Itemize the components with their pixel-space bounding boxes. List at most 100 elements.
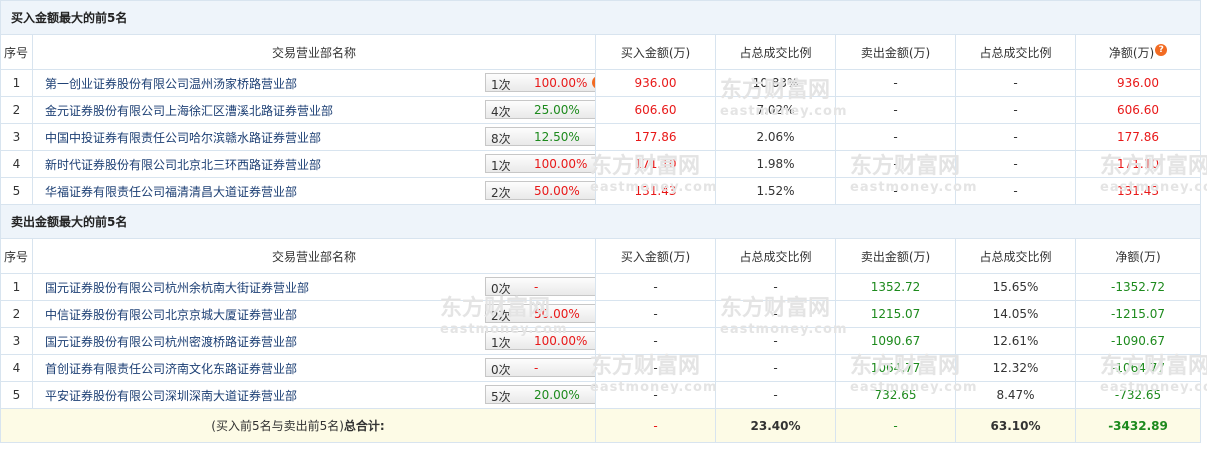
history-count-button[interactable]: 1次 100.00%: [485, 331, 595, 350]
total-sell: -: [835, 408, 956, 443]
buy-amount: 131.43: [595, 177, 716, 205]
sell-ratio: 12.61%: [955, 327, 1076, 355]
column-header: 序号: [0, 238, 33, 274]
sell-ratio: -: [955, 177, 1076, 205]
header-row: 序号 交易营业部名称 买入金额(万) 占总成交比例 卖出金额(万) 占总成交比例 净额(万): [0, 238, 1202, 274]
buy-ratio: -: [715, 354, 836, 382]
broker-name-cell: 中国中投证券有限责任公司哈尔滨赣水路证券营业部 8次 12.50%: [32, 123, 596, 151]
net-amount: 171.10: [1074, 150, 1202, 178]
table-row: 4 首创证券有限责任公司济南文化东路证券营业部 0次 - - -1064.77 12.32%…: [0, 354, 1202, 382]
column-header-label: 占总成交比例: [739, 45, 812, 60]
column-header-label: 净额(万): [1115, 249, 1161, 264]
sell-amount: -: [835, 150, 956, 178]
total-buy: -: [595, 408, 716, 443]
net-amount: 936.00: [1074, 69, 1202, 97]
history-count-button[interactable]: 0次 -: [485, 358, 595, 377]
history-count: 4次: [491, 105, 511, 119]
table-row: 1第一创业证券股份有限公司温州汤家桥路营业部1次100.00%?936.0010…: [0, 69, 1202, 97]
column-header-label: 交易营业部名称: [271, 249, 356, 264]
sell-amount: -: [835, 177, 956, 205]
buy-ratio: -: [715, 327, 836, 355]
total-label-bold: 总合计:: [343, 419, 385, 433]
column-header: 买入金额(万): [595, 238, 716, 274]
total-buy-ratio: 23.40%: [715, 408, 836, 443]
history-count: 2次: [491, 186, 511, 200]
table-row: 2 金元证券股份有限公司上海徐汇区漕溪北路证券营业部 4次 25.00% 606.60 7…: [0, 96, 1202, 124]
column-header: 交易营业部名称: [32, 34, 596, 70]
buy-amount: 177.86: [595, 123, 716, 151]
column-header-label: 序号: [4, 249, 29, 264]
sell-ratio: -: [955, 96, 1076, 124]
sell-amount: 732.65: [835, 381, 956, 409]
column-header: 卖出金额(万): [835, 34, 956, 70]
net-amount: 177.86: [1074, 123, 1202, 151]
buy-ratio: 1.98%: [715, 150, 836, 178]
buy_section-title-row: 买入金额最大的前5名: [0, 0, 1202, 35]
buy-amount: -: [595, 381, 716, 409]
broker-name-link[interactable]: 华福证券有限责任公司福清清昌大道证券营业部: [45, 185, 297, 199]
broker-name-link[interactable]: 金元证券股份有限公司上海徐汇区漕溪北路证券营业部: [45, 104, 333, 118]
sell-amount: 1215.07: [835, 300, 956, 328]
success-rate: 50.00%: [534, 307, 580, 321]
buy-amount: -: [595, 327, 716, 355]
success-rate: 100.00%: [534, 157, 588, 171]
net-amount: -1064.77: [1074, 354, 1202, 382]
history-count: 1次: [491, 159, 511, 173]
rank-cell: 2: [0, 96, 33, 124]
success-rate: 100.00%: [534, 334, 588, 348]
broker-name-cell: 首创证券有限责任公司济南文化东路证券营业部 0次 -: [32, 354, 596, 382]
success-rate: 50.00%: [534, 184, 580, 198]
broker-name-link[interactable]: 国元证券股份有限公司杭州余杭南大街证券营业部: [45, 281, 309, 295]
broker-name-link[interactable]: 首创证券有限责任公司济南文化东路证券营业部: [45, 362, 297, 376]
history-count-button[interactable]: 8次 12.50%: [485, 127, 595, 146]
help-icon[interactable]: ?: [1155, 43, 1168, 56]
buy-ratio: 1.52%: [715, 177, 836, 205]
buy-ratio: -: [715, 381, 836, 409]
history-count: 1次: [491, 336, 511, 350]
history-count-button[interactable]: 1次 100.00%?: [485, 73, 595, 92]
rank-cell: 4: [0, 354, 33, 382]
rank-cell: 2: [0, 300, 33, 328]
column-header: 占总成交比例: [955, 238, 1076, 274]
sell-ratio: -: [955, 123, 1076, 151]
sell-ratio: 15.65%: [955, 273, 1076, 301]
buy-ratio: 10.83%: [715, 69, 836, 97]
table-row: 4 新时代证券股份有限公司北京北三环西路证券营业部 1次 100.00% 171.10 1…: [0, 150, 1202, 178]
column-header: 交易营业部名称: [32, 238, 596, 274]
column-header-label: 占总成交比例: [979, 249, 1052, 264]
table-row: 5 平安证券股份有限公司深圳深南大道证券营业部 5次 20.00% - -732.65 8.…: [0, 381, 1202, 409]
sell-amount: -: [835, 96, 956, 124]
success-rate: 25.00%: [534, 103, 580, 117]
column-header-label: 占总成交比例: [979, 45, 1052, 60]
total-sell-ratio: 63.10%: [955, 408, 1076, 443]
success-rate: -: [534, 280, 539, 294]
broker-name-cell: 第一创业证券股份有限公司温州汤家桥路营业部 1次 100.00%?: [32, 69, 596, 97]
history-count-button[interactable]: 2次 50.00%: [485, 181, 595, 200]
history-count-button[interactable]: 2次 50.00%: [485, 304, 595, 323]
broker-name-cell: 平安证券股份有限公司深圳深南大道证券营业部 5次 20.00%: [32, 381, 596, 409]
history-count-button[interactable]: 4次 25.00%: [485, 100, 595, 119]
history-count: 5次: [491, 390, 511, 404]
history-count-button[interactable]: 1次 100.00%: [485, 154, 595, 173]
history-count: 8次: [491, 132, 511, 146]
success-rate: 20.00%: [534, 388, 580, 402]
help-icon[interactable]: ?: [592, 76, 595, 89]
broker-name-cell: 国元证券股份有限公司杭州余杭南大街证券营业部 0次 -: [32, 273, 596, 301]
buy-amount: -: [595, 354, 716, 382]
broker-name-link[interactable]: 国元证券股份有限公司杭州密渡桥路证券营业部: [45, 335, 297, 349]
broker-name-link[interactable]: 中国中投证券有限责任公司哈尔滨赣水路证券营业部: [45, 131, 321, 145]
history-count-button[interactable]: 5次 20.00%: [485, 385, 595, 404]
rank-cell: 3: [0, 327, 33, 355]
broker-name-link[interactable]: 第一创业证券股份有限公司温州汤家桥路营业部: [45, 77, 297, 91]
buy-ratio: -: [715, 273, 836, 301]
sell-ratio: 8.47%: [955, 381, 1076, 409]
broker-name-link[interactable]: 新时代证券股份有限公司北京北三环西路证券营业部: [45, 158, 321, 172]
rank-cell: 1: [0, 273, 33, 301]
broker-name-link[interactable]: 平安证券股份有限公司深圳深南大道证券营业部: [45, 389, 297, 403]
net-amount: -732.65: [1074, 381, 1202, 409]
history-count-button[interactable]: 0次 -: [485, 277, 595, 296]
buy-amount: -: [595, 273, 716, 301]
section-title: 买入金额最大的前5名: [0, 0, 1202, 35]
history-count: 0次: [491, 282, 511, 296]
broker-name-link[interactable]: 中信证券股份有限公司北京京城大厦证券营业部: [45, 308, 297, 322]
